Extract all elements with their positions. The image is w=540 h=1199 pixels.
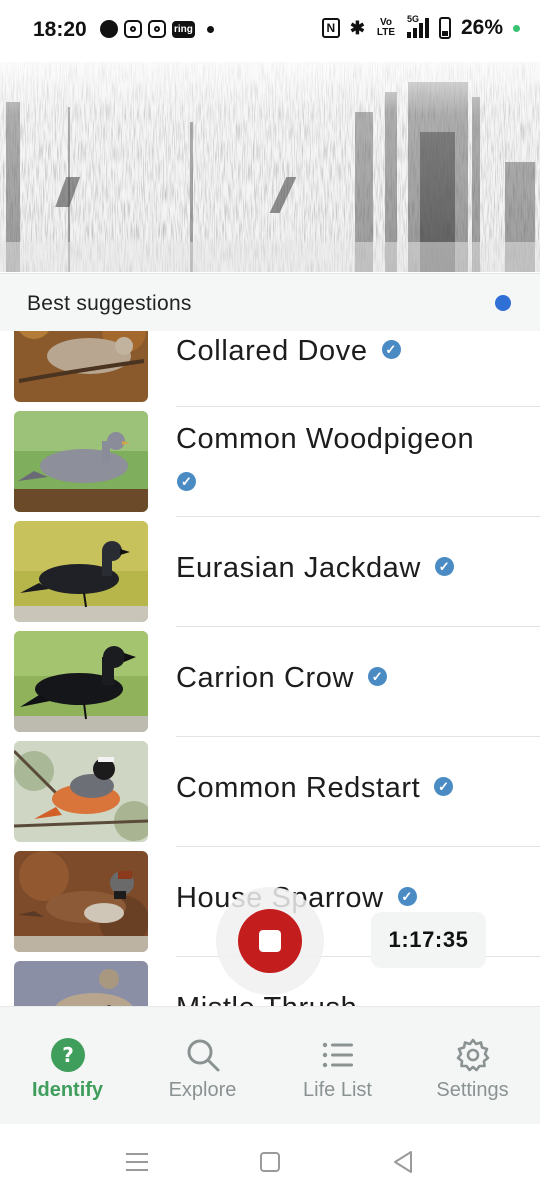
nav-identify-label: Identify <box>31 1079 104 1101</box>
system-navigation-bar <box>0 1124 540 1199</box>
verified-icon: ✓ <box>434 556 454 576</box>
suggestions-header: Best suggestions <box>0 273 540 332</box>
nfc-icon: N <box>321 18 340 38</box>
spectrogram[interactable] <box>0 62 540 272</box>
species-row-collared-dove[interactable]: Collared Dove ✓ <box>0 331 540 407</box>
gear-icon <box>456 1038 489 1072</box>
messenger-icon <box>100 20 118 38</box>
species-name: Common Redstart <box>176 772 421 804</box>
common-redstart-photo <box>14 741 148 842</box>
question-circle-icon: ? <box>50 1038 85 1072</box>
volte-icon: Vo LTE <box>376 17 396 38</box>
recording-timer: 1:17:35 <box>371 912 486 968</box>
stop-recording-button[interactable] <box>238 909 302 973</box>
species-name: Collared Dove <box>176 335 368 367</box>
verified-icon: ✓ <box>434 776 454 796</box>
instagram-icon-2 <box>148 20 166 38</box>
species-row-common-redstart[interactable]: Common Redstart ✓ <box>0 737 540 847</box>
verified-icon: ✓ <box>368 666 388 686</box>
battery-percent: 26% <box>460 16 503 39</box>
verified-icon: ✓ <box>397 886 417 906</box>
species-row-eurasian-jackdaw[interactable]: Eurasian Jackdaw ✓ <box>0 517 540 627</box>
home-icon[interactable] <box>256 1148 284 1176</box>
bottom-navigation: ? Identify Explore Life List Settings <box>0 1006 540 1125</box>
list-icon <box>322 1042 353 1068</box>
notification-icons: ring <box>100 20 214 38</box>
more-notifications-icon <box>206 25 214 33</box>
back-icon[interactable] <box>389 1148 417 1176</box>
species-row-carrion-crow[interactable]: Carrion Crow ✓ <box>0 627 540 737</box>
collared-dove-photo <box>14 331 148 402</box>
spectrogram-image <box>0 62 540 272</box>
species-name: Carrion Crow <box>176 662 355 694</box>
ring-app-icon: ring <box>172 20 195 38</box>
svg-text:?: ? <box>62 1043 74 1067</box>
suggestions-title: Best suggestions <box>27 292 192 315</box>
nav-settings[interactable]: Settings <box>405 1007 540 1125</box>
stop-icon <box>259 930 281 952</box>
species-row-common-woodpigeon[interactable]: Common Woodpigeon ✓ <box>0 407 540 517</box>
status-time: 18:20 <box>33 18 87 41</box>
species-name: Eurasian Jackdaw <box>176 552 421 584</box>
signal-icon: 5G <box>406 14 429 38</box>
verified-icon: ✓ <box>177 472 196 491</box>
eurasian-jackdaw-photo <box>14 521 148 622</box>
recents-menu-icon[interactable] <box>123 1148 151 1176</box>
battery-icon <box>438 17 451 39</box>
status-bar: 18:20 ring N ✱ Vo LTE 5G 26% <box>0 0 540 62</box>
verified-icon: ✓ <box>381 339 401 359</box>
system-status-icons: N ✱ Vo LTE 5G 26% <box>321 14 520 40</box>
nav-settings-label: Settings <box>436 1079 509 1101</box>
nav-identify[interactable]: ? Identify <box>0 1007 135 1125</box>
mistle-thrush-photo <box>14 961 148 1006</box>
nav-life-list-label: Life List <box>303 1079 372 1101</box>
instagram-icon <box>124 20 142 38</box>
carrion-crow-photo <box>14 631 148 732</box>
nav-explore-label: Explore <box>168 1079 237 1101</box>
network-type: 5G <box>406 14 419 24</box>
species-name: Common Woodpigeon <box>176 423 475 455</box>
house-sparrow-photo <box>14 851 148 952</box>
listening-indicator <box>495 295 511 311</box>
nav-explore[interactable]: Explore <box>135 1007 270 1125</box>
nav-life-list[interactable]: Life List <box>270 1007 405 1125</box>
search-icon <box>187 1039 219 1072</box>
privacy-indicator-icon <box>513 24 520 32</box>
common-woodpigeon-photo <box>14 411 148 512</box>
bluetooth-icon: ✱ <box>349 17 365 38</box>
